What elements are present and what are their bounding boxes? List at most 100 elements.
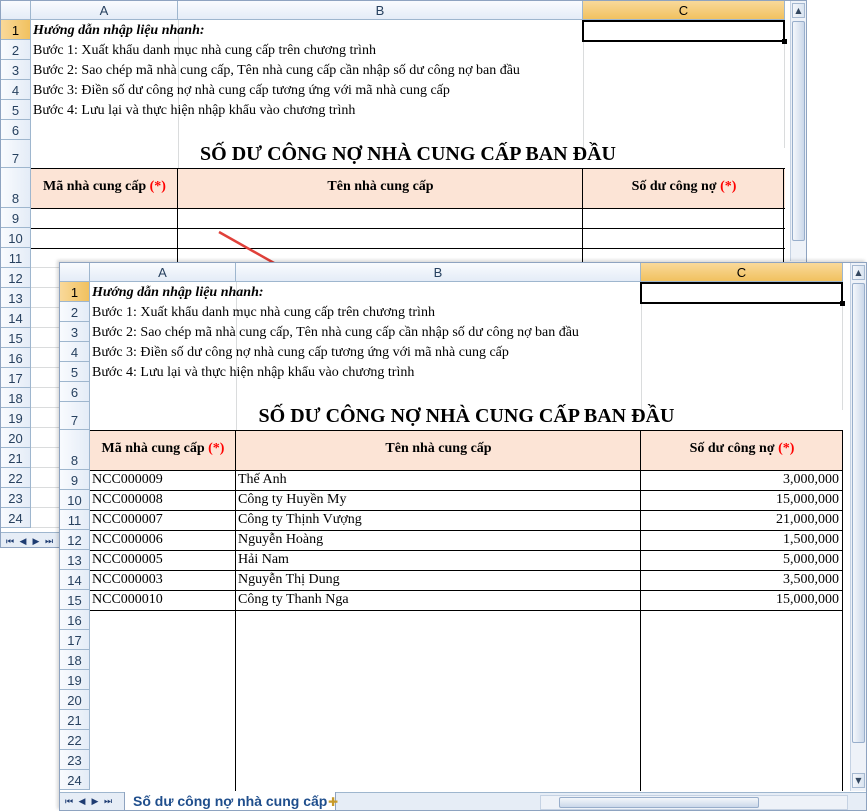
column-header-a-front[interactable]: A — [90, 263, 236, 282]
front-row-header[interactable]: 4 — [60, 342, 90, 362]
balance-cell[interactable]: 3,000,000 — [641, 470, 841, 489]
back-row-header[interactable]: 23 — [1, 488, 31, 508]
column-header-b[interactable]: B — [178, 1, 583, 20]
back-row-header[interactable]: 20 — [1, 428, 31, 448]
front-row-header[interactable]: 3 — [60, 322, 90, 342]
row-number: 16 — [8, 351, 23, 366]
front-row-header[interactable]: 8 — [60, 430, 90, 470]
front-row-header[interactable]: 7 — [60, 402, 90, 430]
front-row-header[interactable]: 9 — [60, 470, 90, 490]
vertical-scrollbar[interactable]: ▲ — [790, 1, 806, 261]
back-row-header[interactable]: 14 — [1, 308, 31, 328]
next-sheet-icon-front[interactable]: ▶ — [89, 796, 101, 808]
last-sheet-icon-front[interactable]: ⏭ — [102, 796, 114, 808]
front-row-header[interactable]: 11 — [60, 510, 90, 530]
balance-cell[interactable]: 15,000,000 — [641, 590, 841, 609]
front-row-header[interactable]: 6 — [60, 382, 90, 402]
back-row-header[interactable]: 22 — [1, 468, 31, 488]
scroll-thumb[interactable] — [792, 21, 805, 241]
front-row-header[interactable]: 16 — [60, 610, 90, 630]
supplier-name-cell[interactable]: Hải Nam — [236, 550, 640, 569]
back-row-header[interactable]: 17 — [1, 368, 31, 388]
scroll-up-icon-front[interactable]: ▲ — [852, 265, 865, 280]
back-row-header[interactable]: 5 — [1, 100, 31, 120]
front-row-header[interactable]: 23 — [60, 750, 90, 770]
supplier-name-cell[interactable]: Công ty Thanh Nga — [236, 590, 640, 609]
front-row-header[interactable]: 14 — [60, 570, 90, 590]
back-row-header[interactable]: 4 — [1, 80, 31, 100]
front-row-header[interactable]: 18 — [60, 650, 90, 670]
front-row-header[interactable]: 15 — [60, 590, 90, 610]
supplier-name-cell[interactable]: Nguyễn Thị Dung — [236, 570, 640, 589]
active-cell-c1[interactable] — [582, 20, 787, 44]
supplier-name-cell[interactable]: Thế Anh — [236, 470, 640, 489]
supplier-code-cell[interactable]: NCC000008 — [90, 490, 235, 509]
column-header-c[interactable]: C — [583, 1, 785, 20]
balance-cell[interactable]: 1,500,000 — [641, 530, 841, 549]
front-row-header[interactable]: 21 — [60, 710, 90, 730]
back-row-header[interactable]: 19 — [1, 408, 31, 428]
back-row-header[interactable]: 1 — [1, 20, 31, 40]
balance-cell[interactable]: 21,000,000 — [641, 510, 841, 529]
back-row-header[interactable]: 24 — [1, 508, 31, 528]
active-cell-c1-front[interactable] — [640, 282, 845, 306]
front-row-header[interactable]: 1 — [60, 282, 90, 302]
front-row-header[interactable]: 20 — [60, 690, 90, 710]
prev-sheet-icon[interactable]: ◀ — [17, 536, 29, 547]
horizontal-scroll-thumb[interactable] — [559, 797, 759, 808]
supplier-name-cell[interactable]: Nguyễn Hoàng — [236, 530, 640, 549]
back-row-header[interactable]: 3 — [1, 60, 31, 80]
front-row-header[interactable]: 24 — [60, 770, 90, 790]
column-header-b-front[interactable]: B — [236, 263, 641, 282]
front-row-header[interactable]: 12 — [60, 530, 90, 550]
vertical-scrollbar-front[interactable]: ▲ ▼ — [850, 263, 866, 791]
supplier-code-cell[interactable]: NCC000003 — [90, 570, 235, 589]
balance-cell[interactable]: 3,500,000 — [641, 570, 841, 589]
balance-cell[interactable]: 15,000,000 — [641, 490, 841, 509]
last-sheet-icon[interactable]: ⏭ — [43, 536, 55, 547]
front-row-header[interactable]: 13 — [60, 550, 90, 570]
back-row-header[interactable]: 9 — [1, 208, 31, 228]
horizontal-scrollbar[interactable] — [540, 795, 848, 810]
scroll-up-icon[interactable]: ▲ — [792, 3, 805, 18]
front-row-header[interactable]: 17 — [60, 630, 90, 650]
first-sheet-icon-front[interactable]: ⏮ — [63, 796, 75, 808]
back-row-header[interactable]: 12 — [1, 268, 31, 288]
column-header-a[interactable]: A — [31, 1, 178, 20]
select-all-corner[interactable] — [1, 1, 31, 20]
supplier-code-cell[interactable]: NCC000005 — [90, 550, 235, 569]
back-row-header[interactable]: 13 — [1, 288, 31, 308]
select-all-corner-front[interactable] — [60, 263, 90, 282]
supplier-code-cell[interactable]: NCC000006 — [90, 530, 235, 549]
back-row-header[interactable]: 18 — [1, 388, 31, 408]
back-row-header[interactable]: 6 — [1, 120, 31, 140]
balance-cell[interactable]: 5,000,000 — [641, 550, 841, 569]
back-row-header[interactable]: 2 — [1, 40, 31, 60]
scroll-thumb-front[interactable] — [852, 283, 865, 743]
back-row-header[interactable]: 8 — [1, 168, 31, 208]
insert-sheet-icon[interactable]: ✚ — [322, 794, 344, 810]
front-row-header[interactable]: 22 — [60, 730, 90, 750]
first-sheet-icon[interactable]: ⏮ — [4, 536, 16, 547]
back-row-header[interactable]: 7 — [1, 140, 31, 168]
front-row-header[interactable]: 2 — [60, 302, 90, 322]
front-row-header[interactable]: 10 — [60, 490, 90, 510]
front-row-header[interactable]: 19 — [60, 670, 90, 690]
scroll-down-icon-front[interactable]: ▼ — [852, 773, 865, 788]
next-sheet-icon[interactable]: ▶ — [30, 536, 42, 547]
supplier-name-cell[interactable]: Công ty Thịnh Vượng — [236, 510, 640, 529]
prev-sheet-icon-front[interactable]: ◀ — [76, 796, 88, 808]
column-header-c-front[interactable]: C — [641, 263, 843, 282]
back-row-header[interactable]: 16 — [1, 348, 31, 368]
supplier-name-cell[interactable]: Công ty Huyền My — [236, 490, 640, 509]
supplier-code-cell[interactable]: NCC000007 — [90, 510, 235, 529]
row-number: 2 — [11, 43, 20, 58]
back-row-header[interactable]: 15 — [1, 328, 31, 348]
supplier-code-cell[interactable]: NCC000010 — [90, 590, 235, 609]
supplier-code-cell[interactable]: NCC000009 — [90, 470, 235, 489]
back-row-header[interactable]: 21 — [1, 448, 31, 468]
back-row-header[interactable]: 10 — [1, 228, 31, 248]
sheet-tab-active[interactable]: Số dư công nợ nhà cung cấp — [124, 792, 337, 810]
front-row-header[interactable]: 5 — [60, 362, 90, 382]
back-row-header[interactable]: 11 — [1, 248, 31, 268]
